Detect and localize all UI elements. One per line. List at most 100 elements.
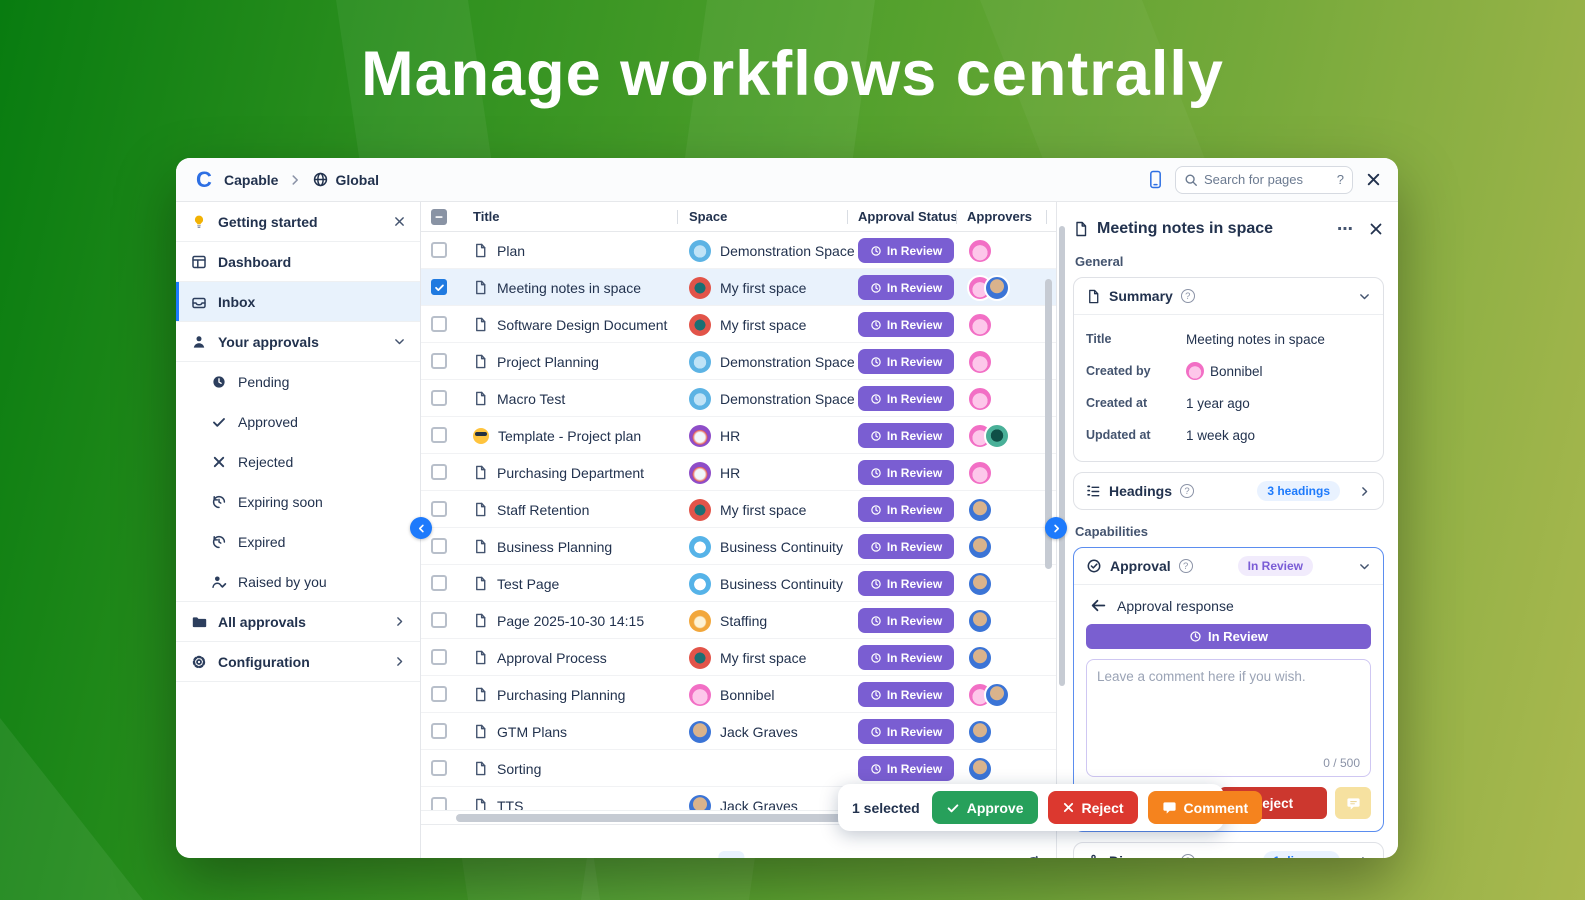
sidebar-item-getting-started[interactable]: Getting started [176, 202, 420, 242]
page-title[interactable]: Approval Process [497, 650, 607, 666]
mobile-icon[interactable] [1148, 170, 1163, 189]
page-title[interactable]: TTS [497, 798, 523, 811]
more-options-icon[interactable]: ⋯ [1337, 219, 1354, 239]
approver-avatar-jack [967, 496, 993, 523]
approval-card-header[interactable]: Approval In Review [1074, 548, 1383, 584]
next-page-button[interactable]: Next [798, 856, 843, 859]
row-checkbox[interactable] [431, 427, 447, 443]
sidebar-item-your-approvals[interactable]: Your approvals [176, 322, 420, 362]
page-icon [473, 539, 488, 554]
row-checkbox[interactable] [431, 464, 447, 480]
approval-comment-input[interactable] [1087, 660, 1370, 748]
table-row[interactable]: Approval Process My first space In Review [421, 639, 1056, 676]
table-row[interactable]: Macro Test Demonstration Space In Review [421, 380, 1056, 417]
sidebar-item-raised-by-you[interactable]: Raised by you [176, 562, 420, 602]
search-input[interactable] [1204, 172, 1331, 187]
expand-panel-button[interactable] [1045, 517, 1067, 539]
page-title[interactable]: Project Planning [497, 354, 599, 370]
panel-scrollbar[interactable] [1059, 226, 1065, 686]
page-title[interactable]: Template - Project plan [498, 428, 641, 444]
page-title[interactable]: Purchasing Department [497, 465, 644, 481]
page-1-button[interactable]: 1 [718, 850, 745, 858]
table-row[interactable]: GTM Plans Jack Graves In Review [421, 713, 1056, 750]
sidebar-item-pending[interactable]: Pending [176, 362, 420, 402]
row-checkbox[interactable] [431, 501, 447, 517]
search-box[interactable]: ? [1175, 165, 1353, 194]
sidebar-item-expiring-soon[interactable]: Expiring soon [176, 482, 420, 522]
page-title[interactable]: Software Design Document [497, 317, 667, 333]
previous-page-button[interactable]: Previous [634, 856, 704, 859]
row-checkbox[interactable] [431, 353, 447, 369]
page-title[interactable]: Test Page [497, 576, 559, 592]
headings-card-header[interactable]: Headings 3 headings [1074, 473, 1383, 509]
sidebar-item-inbox[interactable]: Inbox [176, 282, 420, 322]
sidebar-item-rejected[interactable]: Rejected [176, 442, 420, 482]
diagrams-icon [1086, 854, 1101, 858]
page-title[interactable]: Macro Test [497, 391, 565, 407]
table-row[interactable]: Meeting notes in space My first space In R… [421, 269, 1056, 306]
window-close-icon[interactable] [1365, 171, 1382, 188]
table-row[interactable]: Project Planning Demonstration Space In Re… [421, 343, 1056, 380]
sidebar-item-expired[interactable]: Expired [176, 522, 420, 562]
sidebar-item-dashboard[interactable]: Dashboard [176, 242, 420, 282]
globe-icon [312, 171, 329, 188]
collapse-sidebar-button[interactable] [410, 517, 432, 539]
sidebar-item-all-approvals[interactable]: All approvals [176, 602, 420, 642]
page-title[interactable]: Sorting [497, 761, 541, 777]
row-checkbox[interactable] [431, 649, 447, 665]
page-title[interactable]: GTM Plans [497, 724, 567, 740]
row-checkbox[interactable] [431, 316, 447, 332]
space-name: Business Continuity [720, 538, 843, 555]
row-checkbox[interactable] [431, 760, 447, 776]
diagrams-card-header[interactable]: Diagrams 1 diagram [1074, 843, 1383, 858]
approver-avatar-jack [984, 681, 1010, 708]
row-checkbox[interactable] [431, 797, 447, 810]
table-row[interactable]: Staff Retention My first space In Review [421, 491, 1056, 528]
page-title[interactable]: Meeting notes in space [497, 280, 641, 296]
refresh-icon[interactable] [1025, 855, 1042, 858]
row-checkbox[interactable] [431, 242, 447, 258]
dismiss-icon[interactable] [393, 215, 406, 228]
table-row[interactable]: Software Design Document My first space In… [421, 306, 1056, 343]
sidebar-item-approved[interactable]: Approved [176, 402, 420, 442]
breadcrumb[interactable]: Global [335, 172, 379, 188]
comment-button[interactable]: Comment [1147, 791, 1263, 824]
row-checkbox[interactable] [431, 612, 447, 628]
approver-avatar-jack [967, 644, 993, 671]
row-checkbox[interactable] [431, 538, 447, 554]
row-checkbox[interactable] [431, 686, 447, 702]
table-row[interactable]: Test Page Business Continuity In Review [421, 565, 1056, 602]
app-window: C Capable Global ? [176, 158, 1398, 858]
search-help-icon[interactable]: ? [1337, 172, 1344, 187]
space-name: Demonstration Space [720, 242, 854, 259]
table-row[interactable]: Purchasing Department HR In Review [421, 454, 1056, 491]
approve-button[interactable]: Approve [931, 791, 1038, 824]
sidebar-item-configuration[interactable]: Configuration [176, 642, 420, 682]
page-title[interactable]: Plan [497, 243, 525, 259]
row-checkbox[interactable] [431, 279, 447, 295]
table-row[interactable]: Sorting In Review [421, 750, 1056, 787]
summary-row: Created by Bonnibel [1086, 355, 1371, 387]
summary-card-header[interactable]: Summary [1074, 278, 1383, 314]
table-row[interactable]: Business Planning Business Continuity In R… [421, 528, 1056, 565]
row-checkbox[interactable] [431, 390, 447, 406]
table-row[interactable]: Template - Project plan HR In Review [421, 417, 1056, 454]
page-title[interactable]: Page 2025-10-30 14:15 [497, 613, 644, 629]
table-row[interactable]: Purchasing Planning Bonnibel In Review [421, 676, 1056, 713]
table-row[interactable]: Page 2025-10-30 14:15 Staffing In Review [421, 602, 1056, 639]
row-checkbox[interactable] [431, 723, 447, 739]
pages-table: Title Space Approval Status Approvers Pl… [421, 202, 1263, 859]
space-avatar [689, 572, 711, 595]
status-badge: In Review [858, 756, 954, 781]
page-title[interactable]: Purchasing Planning [497, 687, 625, 703]
page-2-button[interactable]: 2 [758, 851, 784, 859]
row-checkbox[interactable] [431, 575, 447, 591]
back-arrow-icon[interactable] [1090, 597, 1107, 614]
page-title[interactable]: Business Planning [497, 539, 612, 555]
panel-close-icon[interactable] [1368, 221, 1384, 237]
reject-button[interactable]: Reject [1047, 791, 1138, 824]
page-title[interactable]: Staff Retention [497, 502, 589, 518]
panel-comment-icon-button[interactable] [1335, 787, 1371, 819]
table-row[interactable]: Plan Demonstration Space In Review [421, 232, 1056, 269]
select-all-checkbox[interactable] [431, 209, 447, 225]
